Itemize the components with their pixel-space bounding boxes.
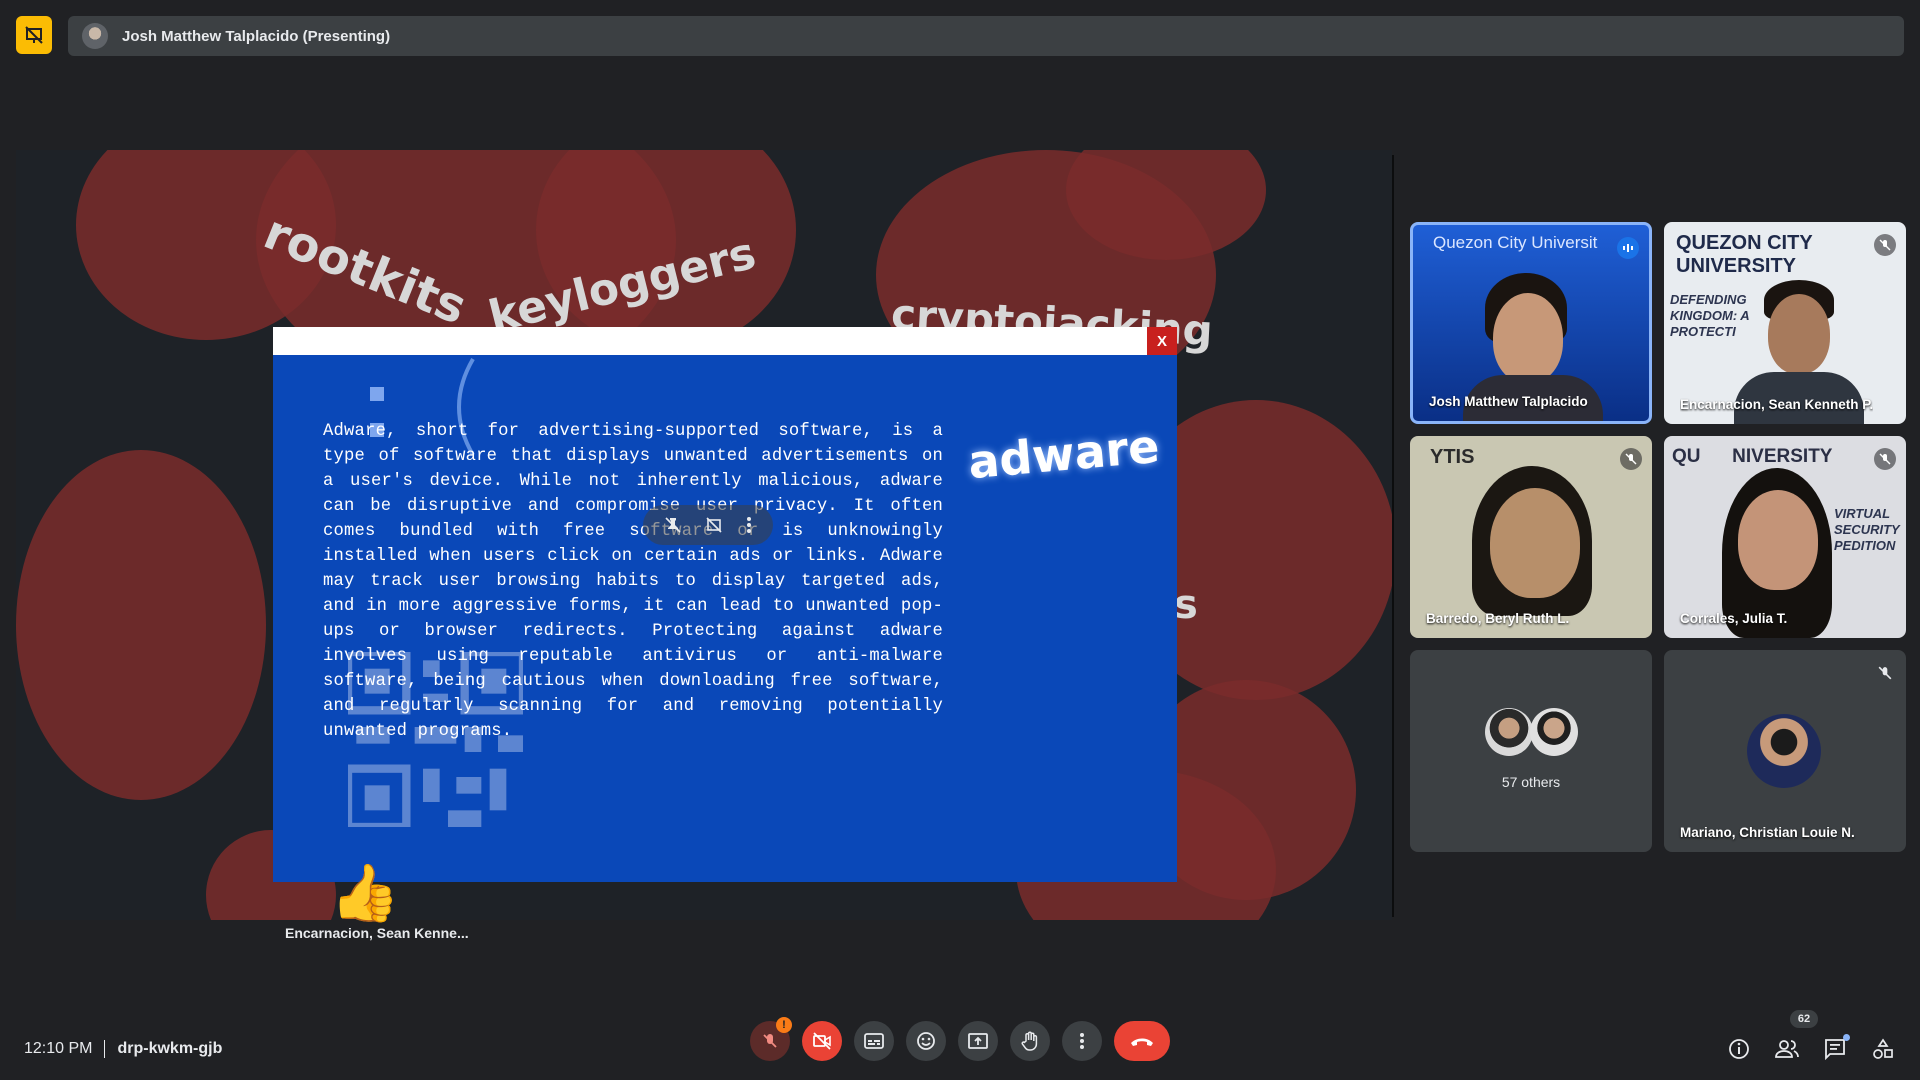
bottom-bar: 12:10 PM drp-kwkm-gjb ! 62 (0, 1010, 1920, 1070)
slide-word: s (1174, 582, 1198, 628)
captions-button[interactable] (854, 1021, 894, 1061)
popup-body-text: Adware, short for advertising-supported … (323, 422, 943, 741)
raise-hand-button[interactable] (1010, 1021, 1050, 1061)
others-count: 57 others (1501, 774, 1561, 790)
popup-heading: adware (966, 418, 1162, 490)
mic-toggle-button[interactable]: ! (750, 1017, 792, 1061)
divider (104, 1040, 106, 1058)
participant-name: Barredo, Beryl Ruth L. (1426, 611, 1570, 626)
info-icon (1729, 1039, 1749, 1059)
popup-titlebar: X (273, 327, 1177, 355)
bg-blob (16, 450, 266, 800)
participant-name: Josh Matthew Talplacido (1429, 394, 1588, 409)
presenter-avatar (82, 23, 108, 49)
participant-face (1493, 293, 1563, 383)
pin-off-icon[interactable] (664, 516, 682, 534)
stop-presenting-button[interactable] (16, 16, 52, 54)
others-tile[interactable]: 57 others (1410, 650, 1652, 852)
mic-off-icon (1874, 448, 1896, 470)
meeting-info: 12:10 PM drp-kwkm-gjb (24, 1040, 222, 1058)
mic-alert-badge: ! (776, 1017, 792, 1033)
clock-time: 12:10 PM (24, 1040, 93, 1057)
mic-off-icon (1874, 662, 1896, 684)
adware-popup: X Adware, short for advertising-supporte… (273, 327, 1177, 882)
reaction-author-name: Encarnacion, Sean Kenne... (285, 925, 469, 941)
tile-banner: Quezon City Universit (1433, 233, 1598, 252)
thumbs-up-reaction: 👍 (330, 861, 400, 924)
present-to-all-icon (968, 1033, 988, 1049)
present-screen-button[interactable] (958, 1021, 998, 1061)
top-bar: Josh Matthew Talplacido (Presenting) (0, 0, 1920, 70)
emoji-icon (917, 1032, 935, 1050)
participant-face (1768, 294, 1830, 374)
participant-name: Encarnacion, Sean Kenneth P. (1680, 397, 1874, 412)
stage-divider (1392, 155, 1394, 917)
popup-close-button[interactable]: X (1147, 327, 1177, 355)
mic-off-icon (1874, 234, 1896, 256)
participant-name: Corrales, Julia T. (1680, 611, 1788, 626)
participant-tile[interactable]: YTIS Barredo, Beryl Ruth L. (1410, 436, 1652, 638)
mic-off-icon (1620, 448, 1642, 470)
leave-call-button[interactable] (1114, 1021, 1170, 1061)
chat-button[interactable] (1820, 1034, 1850, 1064)
meeting-details-button[interactable] (1724, 1034, 1754, 1064)
tile-banner: QUEZON CITY UNIVERSITY (1676, 232, 1813, 277)
chat-icon (1825, 1039, 1845, 1060)
participant-face (1738, 490, 1818, 590)
meeting-code: drp-kwkm-gjb (117, 1040, 223, 1057)
people-icon (1775, 1040, 1799, 1058)
people-count-badge: 62 (1790, 1010, 1818, 1028)
speaking-indicator-icon (1617, 237, 1639, 259)
presentation-off-icon (25, 26, 43, 44)
fullscreen-off-icon[interactable] (705, 516, 723, 534)
activities-button[interactable] (1868, 1034, 1898, 1064)
others-avatar (1530, 708, 1578, 756)
reactions-button[interactable] (906, 1021, 946, 1061)
call-end-icon (1131, 1038, 1153, 1046)
camera-off-icon (813, 1032, 831, 1050)
participant-tile[interactable]: Mariano, Christian Louie N. (1664, 650, 1906, 852)
avatar (1747, 714, 1821, 788)
chat-unread-dot (1843, 1034, 1850, 1041)
people-button[interactable] (1772, 1034, 1802, 1064)
activities-shapes-icon (1873, 1038, 1893, 1059)
participant-tile[interactable]: QUEZON CITY UNIVERSITY DEFENDING KINGDOM:… (1664, 222, 1906, 424)
participant-tile[interactable]: Quezon City Universit Josh Matthew Talpl… (1410, 222, 1652, 424)
mic-off-icon (763, 1034, 777, 1048)
more-vert-icon (1080, 1033, 1084, 1049)
more-vert-icon[interactable] (746, 516, 752, 534)
others-avatar (1485, 708, 1533, 756)
participant-tile[interactable]: QU NIVERSITY VIRTUAL SECURITY PEDITION Cor… (1664, 436, 1906, 638)
camera-toggle-button[interactable] (802, 1021, 842, 1061)
participant-name: Mariano, Christian Louie N. (1680, 825, 1855, 840)
hand-icon (1021, 1031, 1038, 1051)
closed-captions-icon (864, 1033, 884, 1049)
presenter-banner: Josh Matthew Talplacido (Presenting) (68, 16, 1904, 56)
presenter-label: Josh Matthew Talplacido (Presenting) (122, 27, 391, 45)
participant-face (1490, 488, 1580, 598)
more-options-button[interactable] (1062, 1021, 1102, 1061)
presentation-floating-controls (643, 505, 773, 545)
presentation-stage: rootkits keyloggers cryptojacking s X Ad… (16, 150, 1392, 920)
